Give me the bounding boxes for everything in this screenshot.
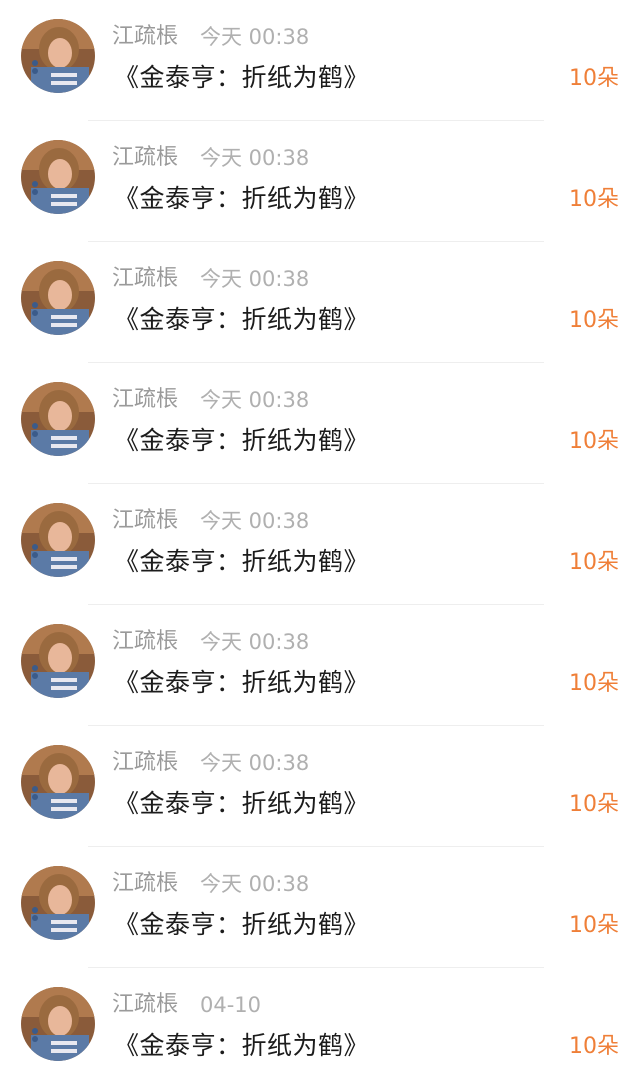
avatar[interactable] — [21, 261, 95, 335]
list-item[interactable]: 江疏棖 今天 00:38 《金泰亨：折纸为鹤》 10朵 — [0, 847, 640, 968]
user-avatar-icon — [21, 745, 95, 819]
gift-record-list: 江疏棖 今天 00:38 《金泰亨：折纸为鹤》 10朵 江疏棖 今天 00:38… — [0, 0, 640, 1088]
gift-count: 10朵 — [569, 66, 619, 91]
avatar[interactable] — [21, 19, 95, 93]
list-item[interactable]: 江疏棖 今天 00:38 《金泰亨：折纸为鹤》 10朵 — [0, 605, 640, 726]
work-title[interactable]: 《金泰亨：折纸为鹤》 — [114, 546, 369, 578]
username[interactable]: 江疏棖 — [112, 386, 178, 414]
timestamp: 今天 00:38 — [200, 25, 310, 49]
list-item[interactable]: 江疏棖 今天 00:38 《金泰亨：折纸为鹤》 10朵 — [0, 242, 640, 363]
username[interactable]: 江疏棖 — [112, 507, 178, 535]
work-title[interactable]: 《金泰亨：折纸为鹤》 — [114, 788, 369, 820]
user-avatar-icon — [21, 140, 95, 214]
gift-count: 10朵 — [569, 429, 619, 454]
avatar[interactable] — [21, 140, 95, 214]
avatar[interactable] — [21, 866, 95, 940]
list-item[interactable]: 江疏棖 04-10 《金泰亨：折纸为鹤》 10朵 — [0, 968, 640, 1089]
timestamp: 今天 00:38 — [200, 751, 310, 775]
username[interactable]: 江疏棖 — [112, 749, 178, 777]
gift-count: 10朵 — [569, 1034, 619, 1059]
username[interactable]: 江疏棖 — [112, 628, 178, 656]
gift-count: 10朵 — [569, 308, 619, 333]
timestamp: 今天 00:38 — [200, 388, 310, 412]
work-title[interactable]: 《金泰亨：折纸为鹤》 — [114, 304, 369, 336]
list-item[interactable]: 江疏棖 今天 00:38 《金泰亨：折纸为鹤》 10朵 — [0, 726, 640, 847]
timestamp: 今天 00:38 — [200, 872, 310, 896]
user-avatar-icon — [21, 503, 95, 577]
timestamp: 今天 00:38 — [200, 267, 310, 291]
avatar[interactable] — [21, 503, 95, 577]
list-item[interactable]: 江疏棖 今天 00:38 《金泰亨：折纸为鹤》 10朵 — [0, 363, 640, 484]
gift-count: 10朵 — [569, 671, 619, 696]
list-item[interactable]: 江疏棖 今天 00:38 《金泰亨：折纸为鹤》 10朵 — [0, 0, 640, 121]
work-title[interactable]: 《金泰亨：折纸为鹤》 — [114, 1030, 369, 1062]
timestamp: 04-10 — [200, 993, 262, 1017]
avatar[interactable] — [21, 987, 95, 1061]
gift-count: 10朵 — [569, 792, 619, 817]
timestamp: 今天 00:38 — [200, 146, 310, 170]
username[interactable]: 江疏棖 — [112, 870, 178, 898]
avatar[interactable] — [21, 624, 95, 698]
list-item[interactable]: 江疏棖 今天 00:38 《金泰亨：折纸为鹤》 10朵 — [0, 484, 640, 605]
work-title[interactable]: 《金泰亨：折纸为鹤》 — [114, 62, 369, 94]
user-avatar-icon — [21, 624, 95, 698]
username[interactable]: 江疏棖 — [112, 265, 178, 293]
timestamp: 今天 00:38 — [200, 630, 310, 654]
gift-count: 10朵 — [569, 550, 619, 575]
gift-count: 10朵 — [569, 187, 619, 212]
user-avatar-icon — [21, 866, 95, 940]
work-title[interactable]: 《金泰亨：折纸为鹤》 — [114, 425, 369, 457]
timestamp: 今天 00:38 — [200, 509, 310, 533]
avatar[interactable] — [21, 745, 95, 819]
work-title[interactable]: 《金泰亨：折纸为鹤》 — [114, 667, 369, 699]
list-item[interactable]: 江疏棖 今天 00:38 《金泰亨：折纸为鹤》 10朵 — [0, 121, 640, 242]
user-avatar-icon — [21, 987, 95, 1061]
username[interactable]: 江疏棖 — [112, 991, 178, 1019]
avatar[interactable] — [21, 382, 95, 456]
username[interactable]: 江疏棖 — [112, 144, 178, 172]
user-avatar-icon — [21, 382, 95, 456]
username[interactable]: 江疏棖 — [112, 23, 178, 51]
user-avatar-icon — [21, 261, 95, 335]
user-avatar-icon — [21, 19, 95, 93]
work-title[interactable]: 《金泰亨：折纸为鹤》 — [114, 909, 369, 941]
work-title[interactable]: 《金泰亨：折纸为鹤》 — [114, 183, 369, 215]
gift-count: 10朵 — [569, 913, 619, 938]
